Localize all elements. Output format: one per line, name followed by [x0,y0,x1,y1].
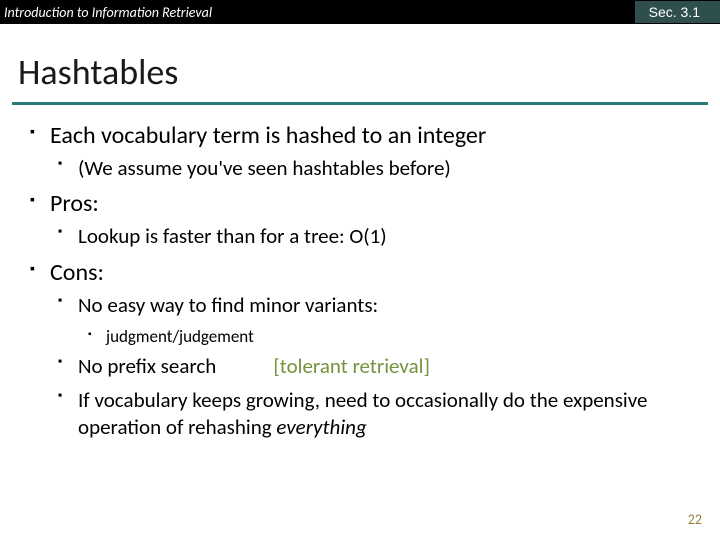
bullet-l3: judgment/judgement [20,326,700,347]
slide-title: Hashtables [0,24,720,102]
section-badge: Sec. 3.1 [635,1,720,23]
page-number: 22 [688,511,702,528]
bullet-l2: (We assume you've seen hashtables before… [20,155,700,181]
bullet-l2: If vocabulary keeps growing, need to occ… [20,387,700,440]
top-bar-left: Introduction to Information Retrieval [0,4,212,21]
bullet-l2: No prefix search [tolerant retrieval] [20,353,700,379]
content: Each vocabulary term is hashed to an int… [0,121,720,440]
bullet-l1: Pros: [20,189,700,219]
bullet-em: everything [276,414,366,440]
top-bar: Introduction to Information Retrieval Se… [0,0,720,24]
bullet-text: No prefix search [78,353,216,379]
slide: Introduction to Information Retrieval Se… [0,0,720,540]
bullet-l2: Lookup is faster than for a tree: O(1) [20,223,700,249]
bullet-l1: Each vocabulary term is hashed to an int… [20,121,700,151]
bullet-l1: Cons: [20,258,700,288]
title-rule [12,102,708,105]
bullet-l2: No easy way to find minor variants: [20,292,700,318]
bracket-note: [tolerant retrieval] [273,353,430,379]
